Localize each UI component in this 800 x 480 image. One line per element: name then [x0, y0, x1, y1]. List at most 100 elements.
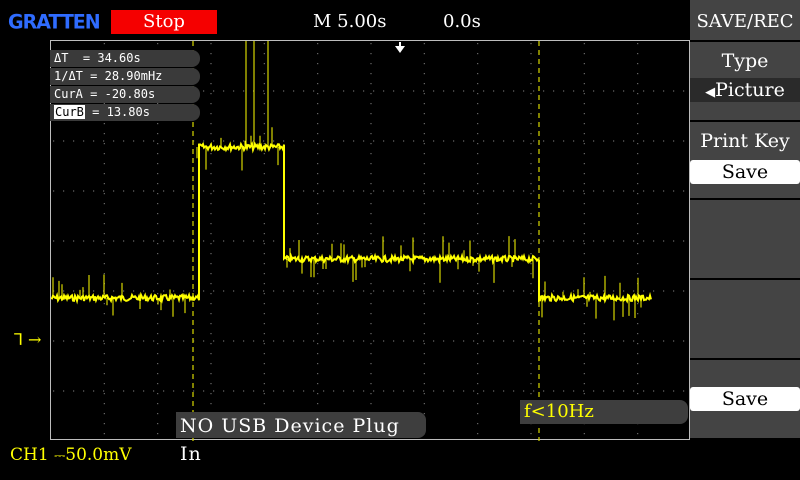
grid-dot — [283, 390, 285, 392]
grid-dot — [210, 223, 212, 225]
grid-dot — [210, 93, 212, 95]
readout-value: = -20.80s — [90, 87, 156, 101]
menu-item-type[interactable]: Type ◀Picture — [690, 40, 800, 120]
grid-dot — [163, 290, 165, 292]
grid-dot — [263, 183, 265, 185]
grid-dot — [477, 203, 479, 205]
grid-dot — [317, 223, 319, 225]
grid-dot — [370, 43, 372, 45]
grid-dot — [210, 243, 212, 245]
grid-dot — [423, 173, 425, 175]
grid-dot — [233, 140, 235, 142]
grid-dot — [103, 243, 105, 245]
grid-dot — [343, 290, 345, 292]
readout-delta-t: ΔT = 34.60s — [50, 50, 200, 67]
grid-dot — [370, 123, 372, 125]
channel-info[interactable]: CH1 ⎓50.0mV — [10, 443, 132, 468]
grid-dot — [623, 90, 625, 92]
grid-dot — [313, 90, 315, 92]
grid-dot — [210, 303, 212, 305]
grid-dot — [273, 190, 275, 192]
timebase-readout[interactable]: M 5.00s — [313, 10, 386, 34]
grid-dot — [637, 73, 639, 75]
grid-dot — [103, 403, 105, 405]
grid-dot — [477, 213, 479, 215]
grid-dot — [263, 303, 265, 305]
grid-dot — [210, 373, 212, 375]
grid-dot — [370, 83, 372, 85]
grid-dot — [563, 390, 565, 392]
grid-dot — [553, 240, 555, 242]
grid-dot — [463, 290, 465, 292]
grid-dot — [157, 283, 159, 285]
grid-dot — [583, 390, 585, 392]
menu-item-print-key[interactable]: Print Key Save — [690, 120, 800, 198]
grid-dot — [593, 190, 595, 192]
grid-dot — [653, 340, 655, 342]
grid-dot — [103, 193, 105, 195]
grid-dot — [343, 190, 345, 192]
grid-dot — [333, 140, 335, 142]
grid-dot — [603, 140, 605, 142]
grid-dot — [210, 283, 212, 285]
run-stop-indicator[interactable]: Stop — [111, 10, 217, 34]
grid-dot — [493, 90, 495, 92]
channel-level-marker[interactable]: ⅂1 → — [14, 330, 41, 350]
grid-dot — [423, 63, 425, 65]
grid-dot — [637, 383, 639, 385]
grid-dot — [423, 403, 425, 405]
grid-dot — [103, 273, 105, 275]
grid-dot — [273, 140, 275, 142]
grid-dot — [393, 390, 395, 392]
grid-dot — [530, 163, 532, 165]
time-offset-readout[interactable]: 0.0s — [443, 10, 481, 34]
grid-dot — [323, 240, 325, 242]
grid-dot — [103, 353, 105, 355]
grid-dot — [157, 313, 159, 315]
grid-dot — [530, 203, 532, 205]
grid-dot — [583, 103, 585, 105]
readout-value: = 34.60s — [82, 51, 141, 65]
grid-dot — [543, 240, 545, 242]
menu-item-save[interactable]: Save — [690, 358, 800, 438]
grid-dot — [563, 340, 565, 342]
grid-dot — [673, 190, 675, 192]
grid-dot — [613, 390, 615, 392]
grid-dot — [143, 340, 145, 342]
grid-dot — [423, 383, 425, 385]
grid-dot — [637, 253, 639, 255]
menu-item-empty-4[interactable] — [690, 278, 800, 358]
grid-dot — [323, 290, 325, 292]
grid-dot — [210, 253, 212, 255]
grid-dot — [403, 290, 405, 292]
grid-dot — [303, 390, 305, 392]
grid-dot — [530, 133, 532, 135]
grid-dot — [263, 233, 265, 235]
grid-dot — [683, 390, 685, 392]
grid-dot — [683, 290, 685, 292]
grid-dot — [363, 90, 365, 92]
grid-dot — [553, 90, 555, 92]
grid-dot — [613, 90, 615, 92]
grid-dot — [213, 290, 215, 292]
grid-dot — [263, 73, 265, 75]
grid-dot — [663, 90, 665, 92]
grid-dot — [103, 163, 105, 165]
grid-dot — [603, 290, 605, 292]
grid-dot — [373, 190, 375, 192]
grid-dot — [530, 183, 532, 185]
grid-dot — [243, 90, 245, 92]
grid-dot — [243, 190, 245, 192]
grid-dot — [133, 140, 135, 142]
menu-item-empty-3[interactable] — [690, 198, 800, 278]
grid-dot — [203, 340, 205, 342]
grid-dot — [383, 90, 385, 92]
grid-dot — [633, 240, 635, 242]
grid-dot — [263, 240, 265, 242]
readout-value: = 13.80s — [92, 105, 150, 119]
grid-dot — [233, 390, 235, 392]
grid-dot — [103, 340, 105, 342]
grid-dot — [637, 183, 639, 185]
save-button[interactable]: Save — [690, 387, 800, 411]
grid-dot — [593, 290, 595, 292]
